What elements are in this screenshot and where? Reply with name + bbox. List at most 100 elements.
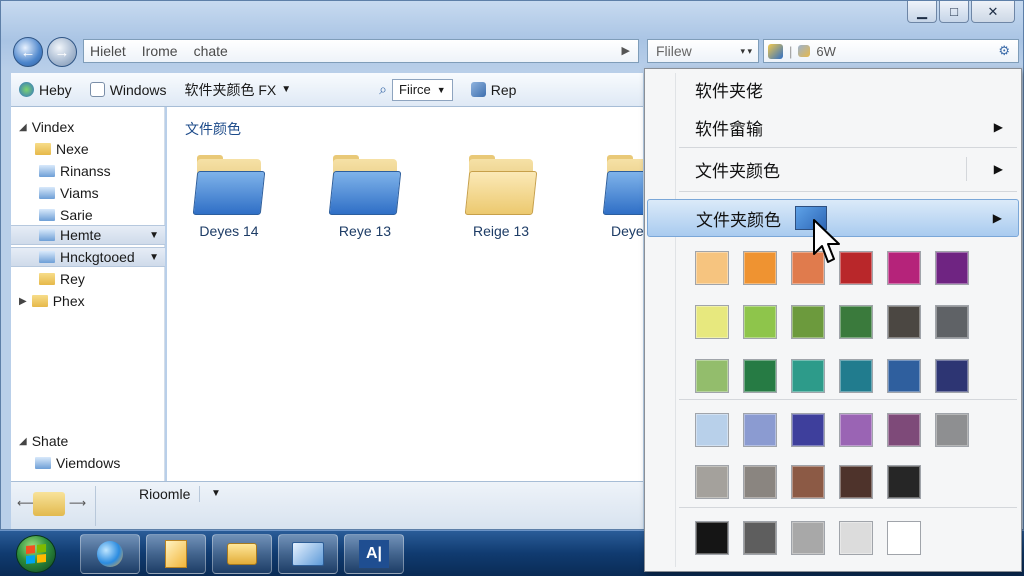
close-button[interactable]: ✕ <box>971 1 1015 23</box>
library-icon <box>39 209 55 221</box>
taskbar-media-button[interactable] <box>146 534 206 574</box>
search-input[interactable]: Flilew ▾ ▾ <box>647 39 759 63</box>
taskbar-app-button[interactable]: A| <box>344 534 404 574</box>
chevron-down-icon[interactable]: ▾ ▾ <box>740 46 752 57</box>
color-swatch[interactable] <box>839 359 873 393</box>
collapse-icon[interactable]: ▶ <box>19 296 27 307</box>
menu-separator <box>679 399 1017 400</box>
color-swatch[interactable] <box>935 251 969 285</box>
taskbar-photo-button[interactable] <box>278 534 338 574</box>
color-swatch[interactable] <box>791 305 825 339</box>
breadcrumb-item[interactable]: chate <box>194 43 228 59</box>
color-swatch[interactable] <box>887 413 921 447</box>
color-swatch[interactable] <box>839 305 873 339</box>
tree-label: Vindex <box>31 119 75 135</box>
view-control[interactable]: ⌕ Fiirce ▼ <box>379 78 453 101</box>
color-swatch[interactable] <box>743 359 777 393</box>
color-swatch[interactable] <box>695 413 729 447</box>
folder-item[interactable]: Reye 13 <box>325 155 405 239</box>
color-swatch[interactable] <box>791 413 825 447</box>
color-swatch[interactable] <box>839 413 873 447</box>
menu-item[interactable]: 文件夹颜色 ▶ <box>647 151 1019 187</box>
tree-label: Rey <box>60 271 85 287</box>
network-icon <box>470 82 486 97</box>
folder-icon <box>602 155 643 215</box>
tree-item-selected[interactable]: Hnckgtooed ▼ <box>11 247 165 267</box>
color-swatch[interactable] <box>695 251 729 285</box>
taskbar-explorer-button[interactable] <box>212 534 272 574</box>
chevron-down-icon[interactable]: ▼ <box>211 488 221 499</box>
menu-item[interactable]: 软件畲输 ▶ <box>647 109 1019 145</box>
tree-label: Rinanss <box>60 163 111 179</box>
color-swatch[interactable] <box>935 359 969 393</box>
heby-button[interactable]: Heby <box>19 82 72 98</box>
mouse-pointer-icon <box>813 219 840 263</box>
rep-button[interactable]: Rep <box>470 82 516 98</box>
network-folder-icon <box>39 251 55 263</box>
color-swatch[interactable] <box>743 251 777 285</box>
view-combo[interactable]: Fiirce ▼ <box>392 78 453 101</box>
color-swatch[interactable] <box>791 521 825 555</box>
folder-icon <box>227 543 257 565</box>
address-bar[interactable]: Hielet Irome chate ▶ <box>83 39 639 63</box>
color-swatch[interactable] <box>935 305 969 339</box>
color-swatch[interactable] <box>695 305 729 339</box>
tree-item[interactable]: ▶ Phex <box>19 291 173 311</box>
expand-icon[interactable]: ◢ <box>19 436 27 447</box>
tree-item[interactable]: Viemdows <box>35 453 189 473</box>
menu-item[interactable]: 软件夹佬 <box>647 71 1019 107</box>
color-swatch[interactable] <box>743 465 777 499</box>
chevron-down-icon[interactable]: ▼ <box>149 230 159 241</box>
color-swatch[interactable] <box>887 359 921 393</box>
breadcrumb-item[interactable]: Irome <box>142 43 178 59</box>
color-swatch[interactable] <box>743 305 777 339</box>
menu-item-label: 软件夹佬 <box>695 81 763 101</box>
color-swatch[interactable] <box>695 465 729 499</box>
color-swatch[interactable] <box>839 521 873 555</box>
folder-item[interactable]: Deye <box>597 155 643 239</box>
app-icon[interactable] <box>768 43 783 59</box>
color-swatch[interactable] <box>887 251 921 285</box>
taskbar-browser-button[interactable] <box>80 534 140 574</box>
tree-header[interactable]: ◢ Vindex <box>19 117 173 137</box>
color-swatch[interactable] <box>839 251 873 285</box>
folder-item[interactable]: Reige 13 <box>461 155 541 239</box>
expand-icon[interactable]: ◢ <box>19 122 27 133</box>
tree-item-selected[interactable]: Hemte ▼ <box>11 225 165 245</box>
settings-icon[interactable]: ⚙ <box>998 43 1010 59</box>
folder-color-label: 软件夹颜色 FX <box>184 81 277 98</box>
menu-gutter <box>675 73 676 567</box>
back-arrow-icon: ← <box>20 43 36 61</box>
breadcrumb-item[interactable]: Hielet <box>90 43 126 59</box>
left-arrow-icon: ⟵ <box>17 496 35 510</box>
color-swatch[interactable] <box>743 413 777 447</box>
address-go-icon[interactable]: ▶ <box>622 44 630 57</box>
color-swatch[interactable] <box>887 305 921 339</box>
color-swatch[interactable] <box>887 465 921 499</box>
menu-separator <box>679 147 1017 148</box>
color-swatch[interactable] <box>935 413 969 447</box>
folder-item[interactable]: Deyes 14 <box>189 155 269 239</box>
submenu-arrow-icon: ▶ <box>993 162 1003 176</box>
chevron-down-icon[interactable]: ▼ <box>149 252 159 263</box>
color-swatch[interactable] <box>887 521 921 555</box>
color-swatch[interactable] <box>791 465 825 499</box>
back-button[interactable]: ← <box>13 37 43 67</box>
chevron-down-icon: ▼ <box>436 84 446 95</box>
folder-label: Deye <box>611 223 643 239</box>
search-value: Flilew <box>656 43 692 59</box>
color-swatch[interactable] <box>791 359 825 393</box>
start-button[interactable] <box>16 535 56 573</box>
color-swatch[interactable] <box>743 521 777 555</box>
forward-button[interactable]: → <box>47 37 77 67</box>
color-swatch[interactable] <box>839 465 873 499</box>
tree-header[interactable]: ◢ Shate <box>19 431 173 451</box>
color-swatch[interactable] <box>695 359 729 393</box>
folder-color-button[interactable]: 软件夹颜色 FX ▼ <box>184 80 291 100</box>
color-swatch[interactable] <box>695 521 729 555</box>
maximize-button[interactable]: □ <box>939 1 969 23</box>
document-icon <box>89 82 105 97</box>
minimize-button[interactable]: ▁ <box>907 1 937 23</box>
tree-item[interactable]: Nexe <box>35 139 189 159</box>
windows-button[interactable]: Windows <box>89 82 166 98</box>
